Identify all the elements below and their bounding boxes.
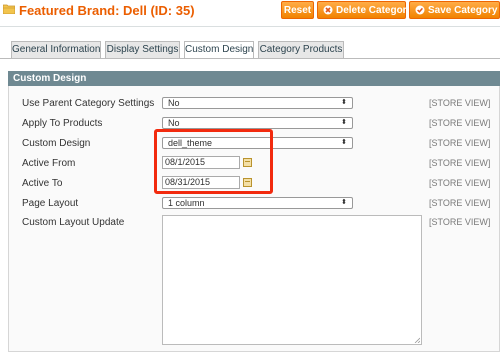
scope-label: [STORE VIEW] — [429, 158, 491, 168]
scope-label: [STORE VIEW] — [429, 178, 491, 188]
delete-button-label: Delete Category — [336, 5, 413, 16]
select-arrows-icon: ⬍ — [341, 119, 347, 126]
use-parent-settings-select[interactable]: No ⬍ — [162, 97, 353, 109]
select-arrows-icon: ⬍ — [341, 139, 347, 146]
tab-display-settings[interactable]: Display Settings — [105, 41, 180, 58]
scope-label: [STORE VIEW] — [429, 118, 491, 128]
tabs-underline — [0, 58, 500, 59]
page-layout-select[interactable]: 1 column ⬍ — [162, 197, 353, 209]
active-from-label: Active From — [22, 158, 76, 169]
resize-grip-icon[interactable] — [414, 337, 420, 343]
reset-button[interactable]: Reset — [281, 1, 314, 19]
apply-to-products-label: Apply To Products — [22, 118, 103, 129]
apply-to-products-select[interactable]: No ⬍ — [162, 117, 353, 129]
tab-label: Custom Design — [185, 44, 254, 55]
tab-category-products[interactable]: Category Products — [258, 41, 344, 58]
scope-label: [STORE VIEW] — [429, 198, 491, 208]
select-value: 1 column — [168, 198, 205, 208]
calendar-icon[interactable] — [243, 158, 252, 167]
active-to-input[interactable]: 08/31/2015 — [162, 176, 240, 189]
save-category-button[interactable]: Save Category — [409, 1, 500, 19]
custom-design-select[interactable]: dell_theme ⬍ — [162, 137, 353, 149]
folder-icon — [3, 4, 15, 14]
select-value: dell_theme — [168, 138, 213, 148]
scope-label: [STORE VIEW] — [429, 217, 491, 227]
header-divider — [0, 26, 500, 27]
select-arrows-icon: ⬍ — [341, 199, 347, 206]
select-arrows-icon: ⬍ — [341, 99, 347, 106]
select-value: No — [168, 98, 180, 108]
scope-label: [STORE VIEW] — [429, 138, 491, 148]
delete-icon — [323, 5, 333, 15]
input-value: 08/31/2015 — [165, 177, 211, 187]
tab-label: Display Settings — [106, 44, 179, 55]
tab-label: Category Products — [259, 44, 343, 55]
delete-category-button[interactable]: Delete Category — [317, 1, 412, 19]
scope-label: [STORE VIEW] — [429, 98, 491, 108]
page-layout-label: Page Layout — [22, 198, 79, 209]
tab-label: General Information — [12, 44, 101, 55]
calendar-icon[interactable] — [243, 178, 252, 187]
save-button-label: Save Category — [428, 5, 498, 16]
tab-general-information[interactable]: General Information — [11, 41, 101, 58]
section-header: Custom Design — [8, 71, 500, 86]
use-parent-settings-label: Use Parent Category Settings — [22, 98, 155, 109]
custom-layout-update-textarea[interactable] — [162, 215, 422, 345]
custom-layout-update-label: Custom Layout Update — [22, 217, 125, 228]
reset-button-label: Reset — [283, 5, 312, 16]
active-from-input[interactable]: 08/1/2015 — [162, 156, 240, 169]
checkmark-icon — [415, 5, 425, 15]
tab-custom-design[interactable]: Custom Design — [184, 41, 254, 59]
active-to-label: Active To — [22, 178, 63, 189]
custom-design-label: Custom Design — [22, 138, 91, 149]
input-value: 08/1/2015 — [165, 157, 206, 167]
select-value: No — [168, 118, 180, 128]
page-header: Featured Brand: Dell (ID: 35) Reset Dele… — [0, 0, 500, 22]
page-title: Featured Brand: Dell (ID: 35) — [19, 3, 195, 18]
